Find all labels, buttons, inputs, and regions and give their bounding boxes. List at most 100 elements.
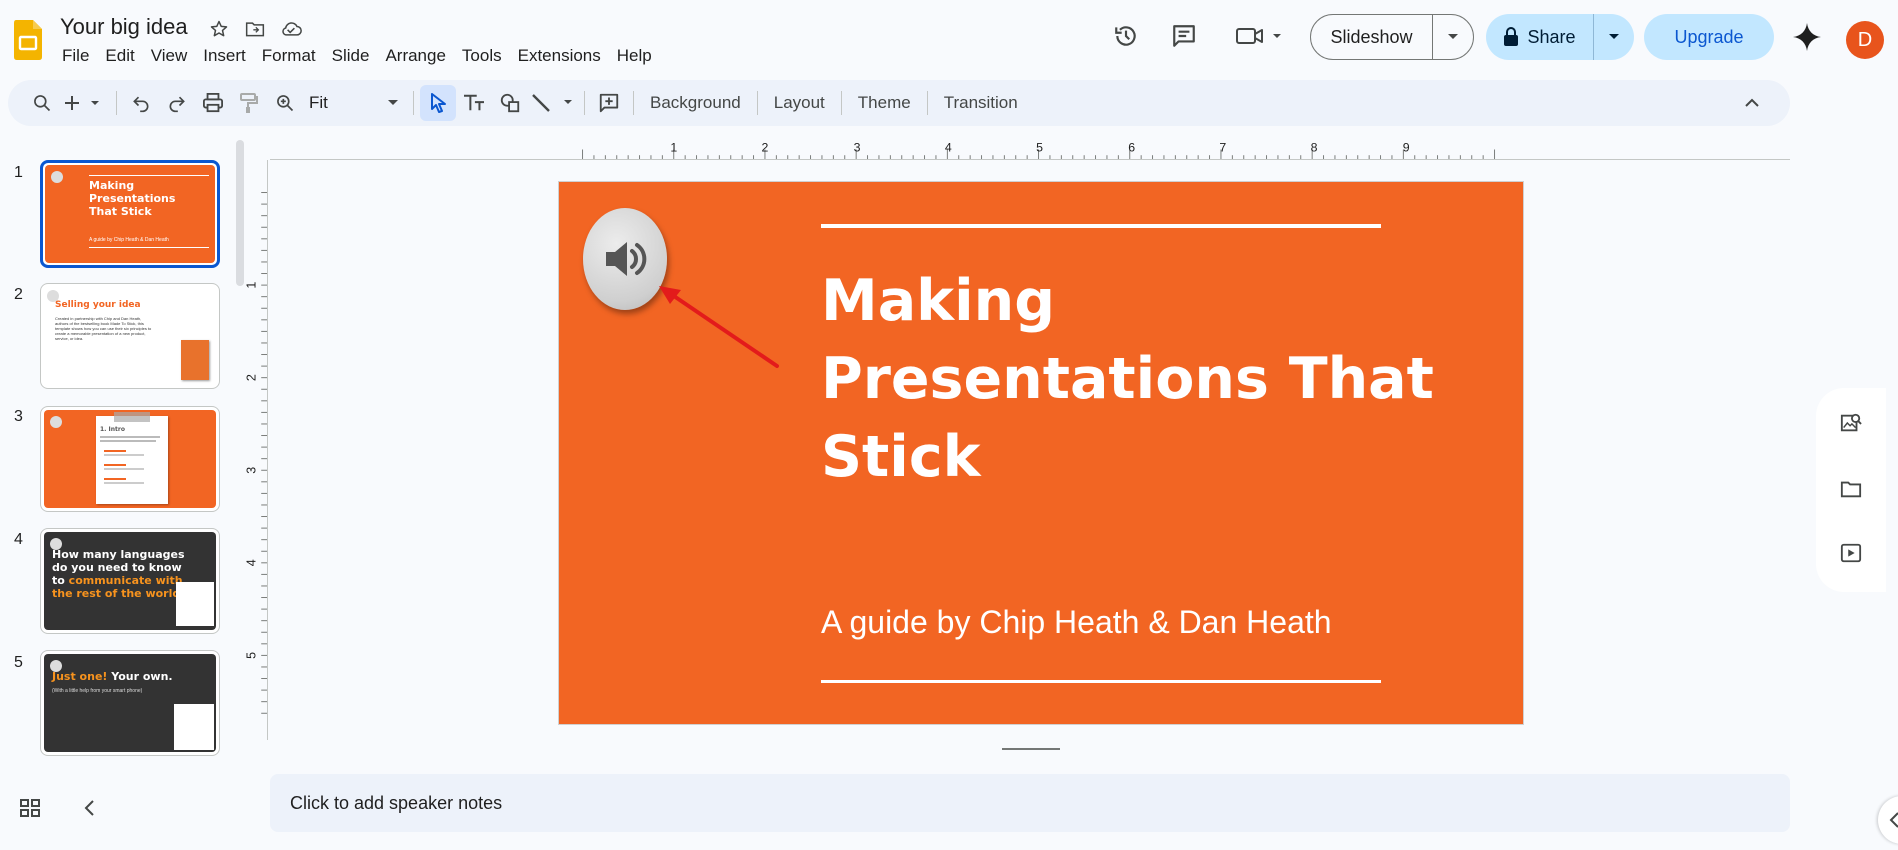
menu-insert[interactable]: Insert [195, 44, 254, 68]
speaker-icon [50, 416, 62, 428]
menu-edit[interactable]: Edit [97, 44, 142, 68]
speaker-icon [51, 171, 63, 183]
lock-icon [1504, 27, 1519, 46]
menu-format[interactable]: Format [254, 44, 324, 68]
speaker-icon [606, 242, 647, 276]
slides-logo-icon[interactable] [14, 20, 42, 60]
notes-resize-handle[interactable] [1002, 748, 1060, 750]
menu-view[interactable]: View [143, 44, 196, 68]
new-slide-button[interactable] [60, 85, 110, 121]
slideshow-button-group: Slideshow [1310, 14, 1474, 60]
speaker-notes[interactable]: Click to add speaker notes [270, 774, 1790, 832]
cursor-icon[interactable] [420, 85, 456, 121]
vertical-ruler: 1 2 3 4 5 [244, 160, 268, 740]
grid-view-icon[interactable] [18, 796, 42, 820]
toolbar-divider [116, 91, 117, 115]
bottom-rule [821, 680, 1381, 683]
avatar[interactable]: D [1846, 21, 1884, 59]
thumb-body: Created in partnership with Chip and Dan… [55, 316, 152, 341]
history-icon[interactable] [1108, 18, 1144, 54]
ruler-tick-label: 4 [244, 559, 258, 566]
comment-icon[interactable] [1166, 18, 1202, 54]
print-icon[interactable] [195, 85, 231, 121]
menu-slide[interactable]: Slide [324, 44, 378, 68]
slide-filmstrip: 1 Making Presentations That Stick A guid… [0, 150, 250, 760]
ruler-tick-label: 5 [1036, 140, 1043, 154]
slide-number: 3 [14, 408, 23, 425]
menu-file[interactable]: File [60, 44, 97, 68]
slide-thumbnail-3[interactable]: 1. Intro [40, 406, 220, 512]
slide-number: 2 [14, 286, 23, 303]
upgrade-button[interactable]: Upgrade [1644, 14, 1774, 60]
menu-arrange[interactable]: Arrange [377, 44, 453, 68]
comment-add-icon[interactable] [591, 85, 627, 121]
thumb-title: Selling your idea [55, 300, 141, 310]
toolbar: Fit Background Layout Theme Transition [8, 80, 1790, 126]
thumb-title: 1. Intro [100, 426, 125, 433]
side-panel-toggle[interactable] [1878, 796, 1898, 844]
chevron-left-icon[interactable] [78, 796, 102, 820]
menu-tools[interactable]: Tools [454, 44, 510, 68]
slide-thumbnail-2[interactable]: Selling your idea Created in partnership… [40, 283, 220, 389]
thumb-title: How many languages do you need to know t… [52, 548, 192, 600]
ruler-tick-label: 1 [244, 282, 258, 289]
ruler-tick-label: 2 [762, 140, 769, 154]
image-search-icon[interactable] [1838, 410, 1864, 436]
background-button[interactable]: Background [640, 93, 751, 113]
paint-format-icon[interactable] [231, 85, 267, 121]
gemini-icon[interactable] [1792, 22, 1822, 52]
thumb-title-b: Your own. [111, 670, 173, 683]
document-title[interactable]: Your big idea [60, 14, 188, 40]
slide-title[interactable]: Making Presentations That Stick [821, 262, 1461, 496]
ruler-tick-label: 4 [945, 140, 952, 154]
cloud-saved-icon[interactable] [278, 16, 304, 42]
chevron-up-icon[interactable] [1734, 85, 1770, 121]
camera-icon[interactable] [1232, 18, 1288, 54]
thumb-body: (With a little help from your smart phon… [52, 688, 143, 694]
chevron-down-icon [1448, 34, 1458, 39]
slideshow-dropdown[interactable] [1433, 15, 1473, 59]
line-icon[interactable] [528, 85, 578, 121]
toolbar-divider [413, 91, 414, 115]
ruler-tick-label: 8 [1311, 140, 1318, 154]
toolbar-divider [633, 91, 634, 115]
shape-icon[interactable] [492, 85, 528, 121]
undo-icon[interactable] [123, 85, 159, 121]
star-icon[interactable] [206, 16, 232, 42]
textbox-icon[interactable] [456, 85, 492, 121]
paper-card [176, 582, 214, 626]
zoom-icon[interactable] [267, 85, 303, 121]
search-icon[interactable] [24, 85, 60, 121]
thumb-title: Just one! Your own. [52, 670, 173, 683]
slide-thumbnail-1[interactable]: Making Presentations That Stick A guide … [40, 160, 220, 268]
thumb-title: Making Presentations That Stick [89, 179, 176, 218]
thumb-subtitle: A guide by Chip Heath & Dan Heath [89, 237, 169, 243]
toolbar-divider [584, 91, 585, 115]
transition-button[interactable]: Transition [934, 93, 1028, 113]
redo-icon[interactable] [159, 85, 195, 121]
menu-extensions[interactable]: Extensions [510, 44, 609, 68]
toolbar-divider [756, 91, 758, 115]
menu-help[interactable]: Help [609, 44, 660, 68]
share-button-group: Share [1486, 14, 1634, 60]
toolbar-divider [840, 91, 842, 115]
ruler-tick-label: 3 [244, 467, 258, 474]
slide-subtitle[interactable]: A guide by Chip Heath & Dan Heath [821, 604, 1332, 641]
share-dropdown[interactable] [1594, 14, 1634, 60]
move-folder-icon[interactable] [242, 16, 268, 42]
slide-canvas[interactable]: Making Presentations That Stick A guide … [558, 181, 1524, 725]
share-button[interactable]: Share [1486, 14, 1594, 60]
video-add-icon[interactable] [1838, 540, 1864, 566]
chevron-left-icon [1889, 812, 1898, 828]
zoom-select[interactable]: Fit [303, 85, 407, 121]
layout-button[interactable]: Layout [764, 93, 835, 113]
app-header: Your big idea File Edit View Insert Form… [0, 0, 1898, 78]
folder-icon[interactable] [1838, 476, 1864, 502]
slide-thumbnail-4[interactable]: How many languages do you need to know t… [40, 528, 220, 634]
slide-thumbnail-5[interactable]: Just one! Your own. (With a little help … [40, 650, 220, 756]
slideshow-button[interactable]: Slideshow [1311, 15, 1433, 59]
book-image [181, 340, 209, 380]
theme-button[interactable]: Theme [848, 93, 921, 113]
audio-button[interactable] [583, 208, 667, 310]
ruler-tick-label: 1 [670, 140, 677, 154]
